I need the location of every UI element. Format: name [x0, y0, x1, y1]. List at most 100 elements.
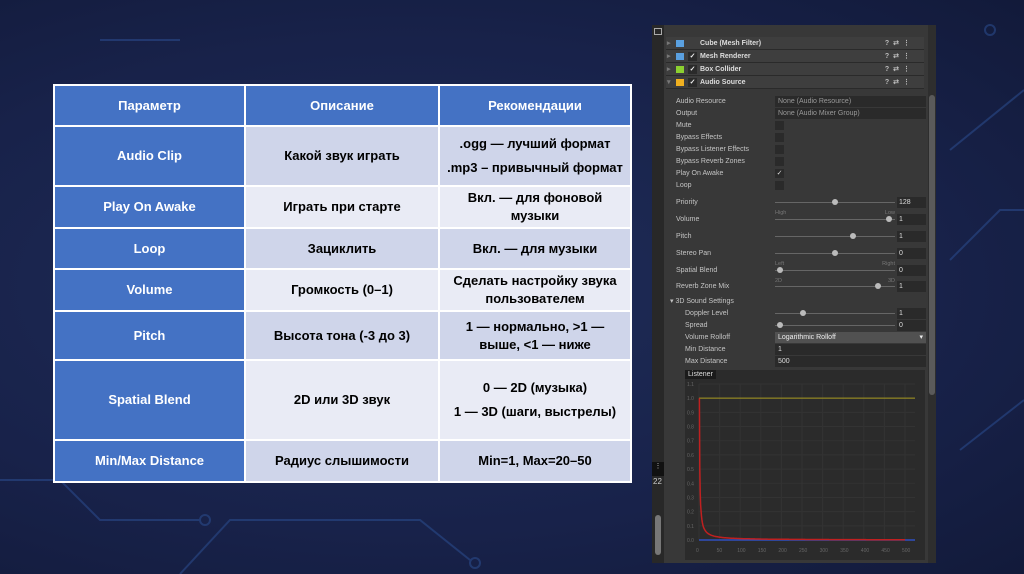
rec-cell: .ogg — лучший формат .mp3 – привычный фор…	[438, 125, 632, 187]
component-header[interactable]: ▸ Cube (Mesh Filter) ?⇄⋮	[666, 37, 924, 50]
slider[interactable]	[775, 267, 895, 273]
component-tools-icons[interactable]: ?⇄⋮	[885, 76, 914, 89]
toggle-checkbox[interactable]	[775, 121, 784, 130]
component-header[interactable]: ▸ ✓ Box Collider ?⇄⋮	[666, 63, 924, 76]
slider[interactable]	[775, 283, 895, 289]
value-field[interactable]: 128	[897, 197, 926, 208]
toggle-checkbox[interactable]: ✓	[775, 169, 784, 178]
slider-row: Doppler Level 1	[676, 308, 926, 320]
toggle-checkbox[interactable]	[775, 157, 784, 166]
enable-checkbox[interactable]: ✓	[688, 65, 697, 74]
value-field[interactable]: 0	[897, 265, 926, 276]
slider[interactable]	[775, 310, 895, 316]
table-row: Play On Awake Играть при старте Вкл. — для…	[53, 185, 632, 229]
window-icon	[654, 28, 662, 35]
toggle-checkbox[interactable]	[775, 181, 784, 190]
param-cell: Audio Clip	[53, 125, 246, 187]
x-tick-label: 450	[881, 548, 890, 554]
side-strip: ⋮ 22	[652, 25, 664, 563]
rec-line: .mp3 – привычный формат	[447, 160, 623, 175]
side-scrollbar[interactable]	[655, 515, 661, 555]
component-icon	[676, 53, 684, 60]
rec-cell: 1 — нормально, >1 — выше, <1 — ниже	[438, 310, 632, 361]
param-cell: Min/Max Distance	[53, 439, 246, 483]
rec-line: Сделать настройку звука пользователем	[453, 273, 617, 306]
component-header[interactable]: ▸ ✓ Mesh Renderer ?⇄⋮	[666, 50, 924, 63]
desc-cell: Громкость (0–1)	[244, 268, 440, 312]
x-tick-label: 0	[696, 548, 699, 554]
component-name: Cube (Mesh Filter)	[700, 40, 762, 47]
more-icon[interactable]: ⋮	[652, 462, 664, 476]
y-tick-label: 0.1	[687, 524, 694, 530]
value-field[interactable]: 1	[897, 214, 926, 225]
slider[interactable]	[775, 216, 895, 222]
value-field[interactable]: 0	[897, 320, 926, 331]
chevron-down-icon: ▾	[919, 334, 923, 341]
slider-row: Volume 1	[676, 214, 926, 226]
3d-settings-foldout[interactable]: ▾ 3D Sound Settings	[670, 296, 920, 308]
toggle-checkbox[interactable]	[775, 133, 784, 142]
component-icon	[676, 79, 684, 86]
y-tick-label: 1.1	[687, 382, 694, 388]
param-cell: Play On Awake	[53, 185, 246, 229]
x-tick-label: 300	[820, 548, 829, 554]
desc-cell: Зациклить	[244, 227, 440, 270]
component-header[interactable]: ▾ ✓ Audio Source ?⇄⋮	[666, 76, 924, 89]
rec-line: .ogg — лучший формат	[459, 136, 611, 151]
toggle-checkbox[interactable]	[775, 145, 784, 154]
value-field[interactable]: 1	[897, 281, 926, 292]
max-distance-field[interactable]: 500	[775, 356, 926, 367]
table-row: Loop Зациклить Вкл. — для музыки	[53, 227, 632, 270]
output-row: Output None (Audio Mixer Group)	[676, 108, 926, 120]
x-tick-label: 50	[717, 548, 723, 554]
slider-row: Stereo Pan 0 Left Right	[676, 248, 926, 267]
component-tools-icons[interactable]: ?⇄⋮	[885, 63, 914, 76]
slider[interactable]	[775, 199, 895, 205]
slider[interactable]	[775, 233, 895, 239]
rec-cell: Вкл. — для музыки	[438, 227, 632, 270]
y-tick-label: 0.5	[687, 467, 694, 473]
component-icon	[676, 66, 684, 73]
rolloff-graph[interactable]: Listener 1.1 1.0 0.9 0.8 0.7 0.6 0.5 0.4 0.3 0.2 0…	[685, 370, 925, 560]
min-distance-row: Min Distance 1	[676, 344, 926, 356]
component-tools-icons[interactable]: ?⇄⋮	[885, 37, 914, 50]
inspector-scrollbar[interactable]	[928, 25, 936, 563]
component-name: Box Collider	[700, 66, 742, 73]
audio-resource-field[interactable]: None (Audio Resource)	[775, 96, 926, 107]
x-tick-label: 250	[799, 548, 808, 554]
y-tick-label: 0.9	[687, 410, 694, 416]
desc-cell: Играть при старте	[244, 185, 440, 229]
y-tick-label: 0.8	[687, 425, 694, 431]
param-cell: Pitch	[53, 310, 246, 361]
desc-cell: 2D или 3D звук	[244, 359, 440, 441]
rolloff-row: Volume Rolloff Logarithmic Rolloff ▾	[676, 332, 926, 344]
param-cell: Loop	[53, 227, 246, 270]
y-tick-label: 0.3	[687, 495, 694, 501]
audio-parameters-table: Параметр Описание Рекомендации Audio Cli…	[53, 84, 632, 483]
max-distance-row: Max Distance 500	[676, 356, 926, 368]
y-tick-label: 0.2	[687, 510, 694, 516]
component-tools-icons[interactable]: ?⇄⋮	[885, 50, 914, 63]
value-field[interactable]: 1	[897, 231, 926, 242]
enable-checkbox[interactable]: ✓	[688, 52, 697, 61]
component-name: Mesh Renderer	[700, 53, 751, 60]
rec-cell: Вкл. — для фоновой музыки	[438, 185, 632, 229]
table-row: Audio Clip Какой звук играть .ogg — лучший…	[53, 125, 632, 187]
desc-cell: Радиус слышимости	[244, 439, 440, 483]
min-distance-field[interactable]: 1	[775, 344, 926, 355]
value-field[interactable]: 1	[897, 308, 926, 319]
rolloff-dropdown[interactable]: Logarithmic Rolloff ▾	[775, 332, 926, 343]
output-field[interactable]: None (Audio Mixer Group)	[775, 108, 926, 119]
toggle-row: Bypass Effects	[676, 132, 926, 144]
desc-cell: Высота тона (-3 до 3)	[244, 310, 440, 361]
enable-checkbox[interactable]: ✓	[688, 78, 697, 87]
header-desc: Описание	[244, 84, 440, 127]
slider[interactable]	[775, 250, 895, 256]
unity-inspector: ⋮ 22 ▸ Cube (Mesh Filter) ?⇄⋮ ▸ ✓ Mesh Render…	[652, 25, 936, 563]
slider-row: Reverb Zone Mix 1	[676, 281, 926, 293]
slider[interactable]	[775, 322, 895, 328]
param-cell: Spatial Blend	[53, 359, 246, 441]
rec-line: Вкл. — для фоновой музыки	[467, 190, 603, 223]
rec-line: Min=1, Max=20–50	[478, 453, 592, 468]
value-field[interactable]: 0	[897, 248, 926, 259]
